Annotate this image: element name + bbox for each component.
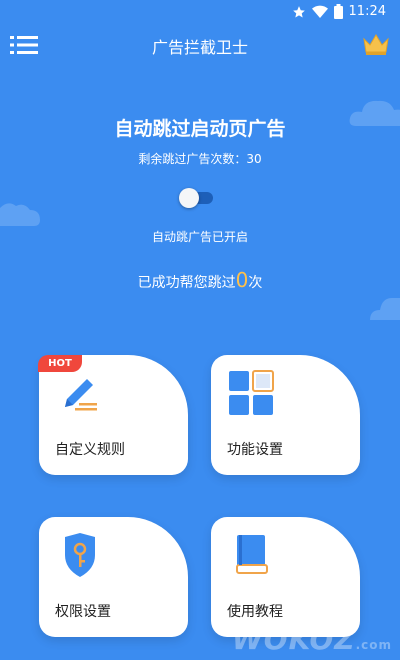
auto-skip-toggle[interactable] [179,188,213,208]
auto-skip-status: 自动跳广告已开启 [151,230,248,244]
watermark-text: WOKOZ [231,623,356,656]
wifi-icon [311,5,328,18]
star-icon [292,5,305,18]
skipped-count-line: 已成功帮您跳过0次 [0,268,400,292]
card-label: 权限设置 [55,604,111,620]
watermark: WOKOZ.com [232,623,392,656]
remaining-count-text: 剩余跳过广告次数：30 [138,152,262,166]
cloud-decoration-left [0,203,40,226]
book-icon [236,535,268,574]
cloud-decoration-right-lower [370,298,400,320]
card-label: 功能设置 [227,442,283,458]
battery-icon [333,4,343,19]
grid-settings-icon [229,370,274,415]
toolbar: 广告拦截卫士 [0,26,400,62]
key-shield-icon [65,533,95,577]
app-title: 广告拦截卫士 [151,38,248,57]
skipped-suffix: 次 [248,275,263,291]
card-permission-settings[interactable]: 权限设置 [39,517,188,637]
watermark-suffix: .com [355,638,392,652]
status-icons: 11:24 [292,4,386,19]
hero-title: 自动跳过启动页广告 [114,118,286,140]
hot-badge: HOT [38,355,82,372]
skipped-prefix: 已成功帮您跳过 [137,275,236,291]
edit-rule-icon [65,379,97,411]
card-function-settings[interactable]: 功能设置 [211,355,360,475]
card-label: 自定义规则 [55,442,125,458]
card-label: 使用教程 [227,604,283,620]
skipped-count: 0 [235,268,249,292]
card-custom-rules[interactable]: 自定义规则 [39,355,188,475]
toggle-knob [179,188,199,208]
status-time: 11:24 [348,4,386,19]
status-bar: 11:24 [0,0,400,26]
crown-icon[interactable] [362,32,390,56]
card-tutorial[interactable]: 使用教程 [211,517,360,637]
